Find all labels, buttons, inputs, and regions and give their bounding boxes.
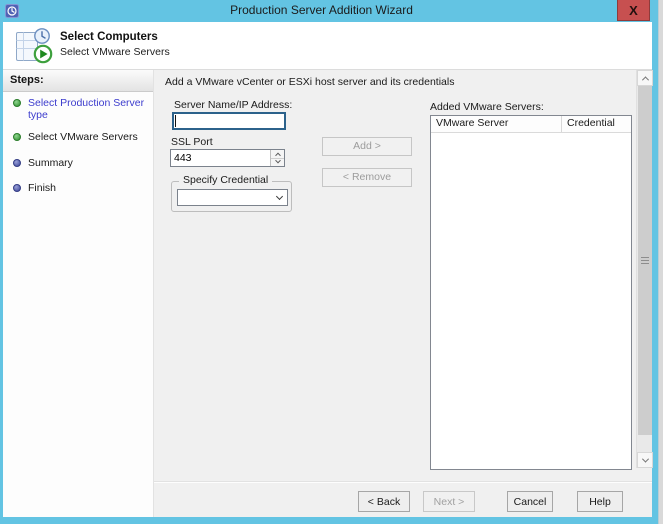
steps-header: Steps: <box>3 70 153 92</box>
step-bullet-icon <box>13 184 21 192</box>
scrollbar-thumb[interactable] <box>638 86 652 435</box>
added-servers-list[interactable]: VMware Server Credential <box>430 115 632 470</box>
step-label: Finish <box>28 182 57 194</box>
page-subtitle: Select VMware Servers <box>60 46 170 58</box>
server-name-label: Server Name/IP Address: <box>174 99 293 111</box>
step-label: Select VMware Servers <box>28 131 138 143</box>
instruction-text: Add a VMware vCenter or ESXi host server… <box>165 76 455 88</box>
page-title: Select Computers <box>60 31 158 43</box>
grip-icon <box>641 256 649 265</box>
chevron-down-icon <box>274 158 281 164</box>
next-button[interactable]: Next > <box>423 491 475 512</box>
chevron-down-icon <box>275 192 284 201</box>
sidebar-item-select-production-server-type[interactable]: Select Production Server type <box>3 97 146 121</box>
ssl-port-input[interactable] <box>171 150 269 166</box>
wizard-content: Add a VMware vCenter or ESXi host server… <box>154 70 653 482</box>
vertical-scrollbar[interactable] <box>636 70 653 468</box>
remove-button[interactable]: < Remove <box>322 168 412 187</box>
ssl-port-label: SSL Port <box>171 136 213 148</box>
specify-credential-label: Specify Credential <box>179 174 273 186</box>
wizard-header: Select Computers Select VMware Servers <box>3 22 652 70</box>
ssl-port-spinner <box>270 150 284 166</box>
server-name-input[interactable] <box>172 112 286 130</box>
list-header-row: VMware Server Credential <box>431 116 631 133</box>
window-title: Production Server Addition Wizard <box>230 3 413 17</box>
chevron-down-icon <box>641 455 649 463</box>
list-body[interactable] <box>431 133 631 469</box>
wizard-clock-icon <box>5 4 19 18</box>
step-bullet-icon <box>13 159 21 167</box>
add-button[interactable]: Add > <box>322 137 412 156</box>
title-bar: Production Server Addition Wizard X <box>0 0 663 22</box>
close-button[interactable]: X <box>617 0 650 21</box>
added-servers-label: Added VMware Servers: <box>430 101 544 113</box>
sidebar-item-select-vmware-servers: Select VMware Servers <box>3 131 146 143</box>
step-label: Select Production Server type <box>28 97 145 121</box>
ssl-port-field <box>170 149 285 167</box>
cancel-button[interactable]: Cancel <box>507 491 553 512</box>
back-button[interactable]: < Back <box>358 491 410 512</box>
background-window-edge <box>658 0 663 524</box>
footer-bar: < Back Next > Cancel Help <box>154 482 652 517</box>
step-bullet-icon <box>13 99 21 107</box>
column-header-vmware-server[interactable]: VMware Server <box>431 116 562 132</box>
sidebar-item-finish: Finish <box>3 182 146 194</box>
close-icon: X <box>629 2 638 18</box>
steps-sidebar: Steps: Select Production Server type Sel… <box>3 70 154 517</box>
scrollbar-down-button[interactable] <box>637 452 653 468</box>
step-label: Summary <box>28 157 73 169</box>
spinner-down-button[interactable] <box>271 158 284 166</box>
step-bullet-icon <box>13 133 21 141</box>
text-caret <box>175 115 176 127</box>
chevron-up-icon <box>641 75 649 83</box>
column-header-credential[interactable]: Credential <box>562 116 631 132</box>
credential-dropdown[interactable] <box>177 189 288 206</box>
help-button[interactable]: Help <box>577 491 623 512</box>
select-computers-icon <box>15 27 53 69</box>
sidebar-item-summary: Summary <box>3 157 146 169</box>
scrollbar-up-button[interactable] <box>637 70 653 86</box>
wizard-window: Production Server Addition Wizard X Sele… <box>0 0 663 524</box>
